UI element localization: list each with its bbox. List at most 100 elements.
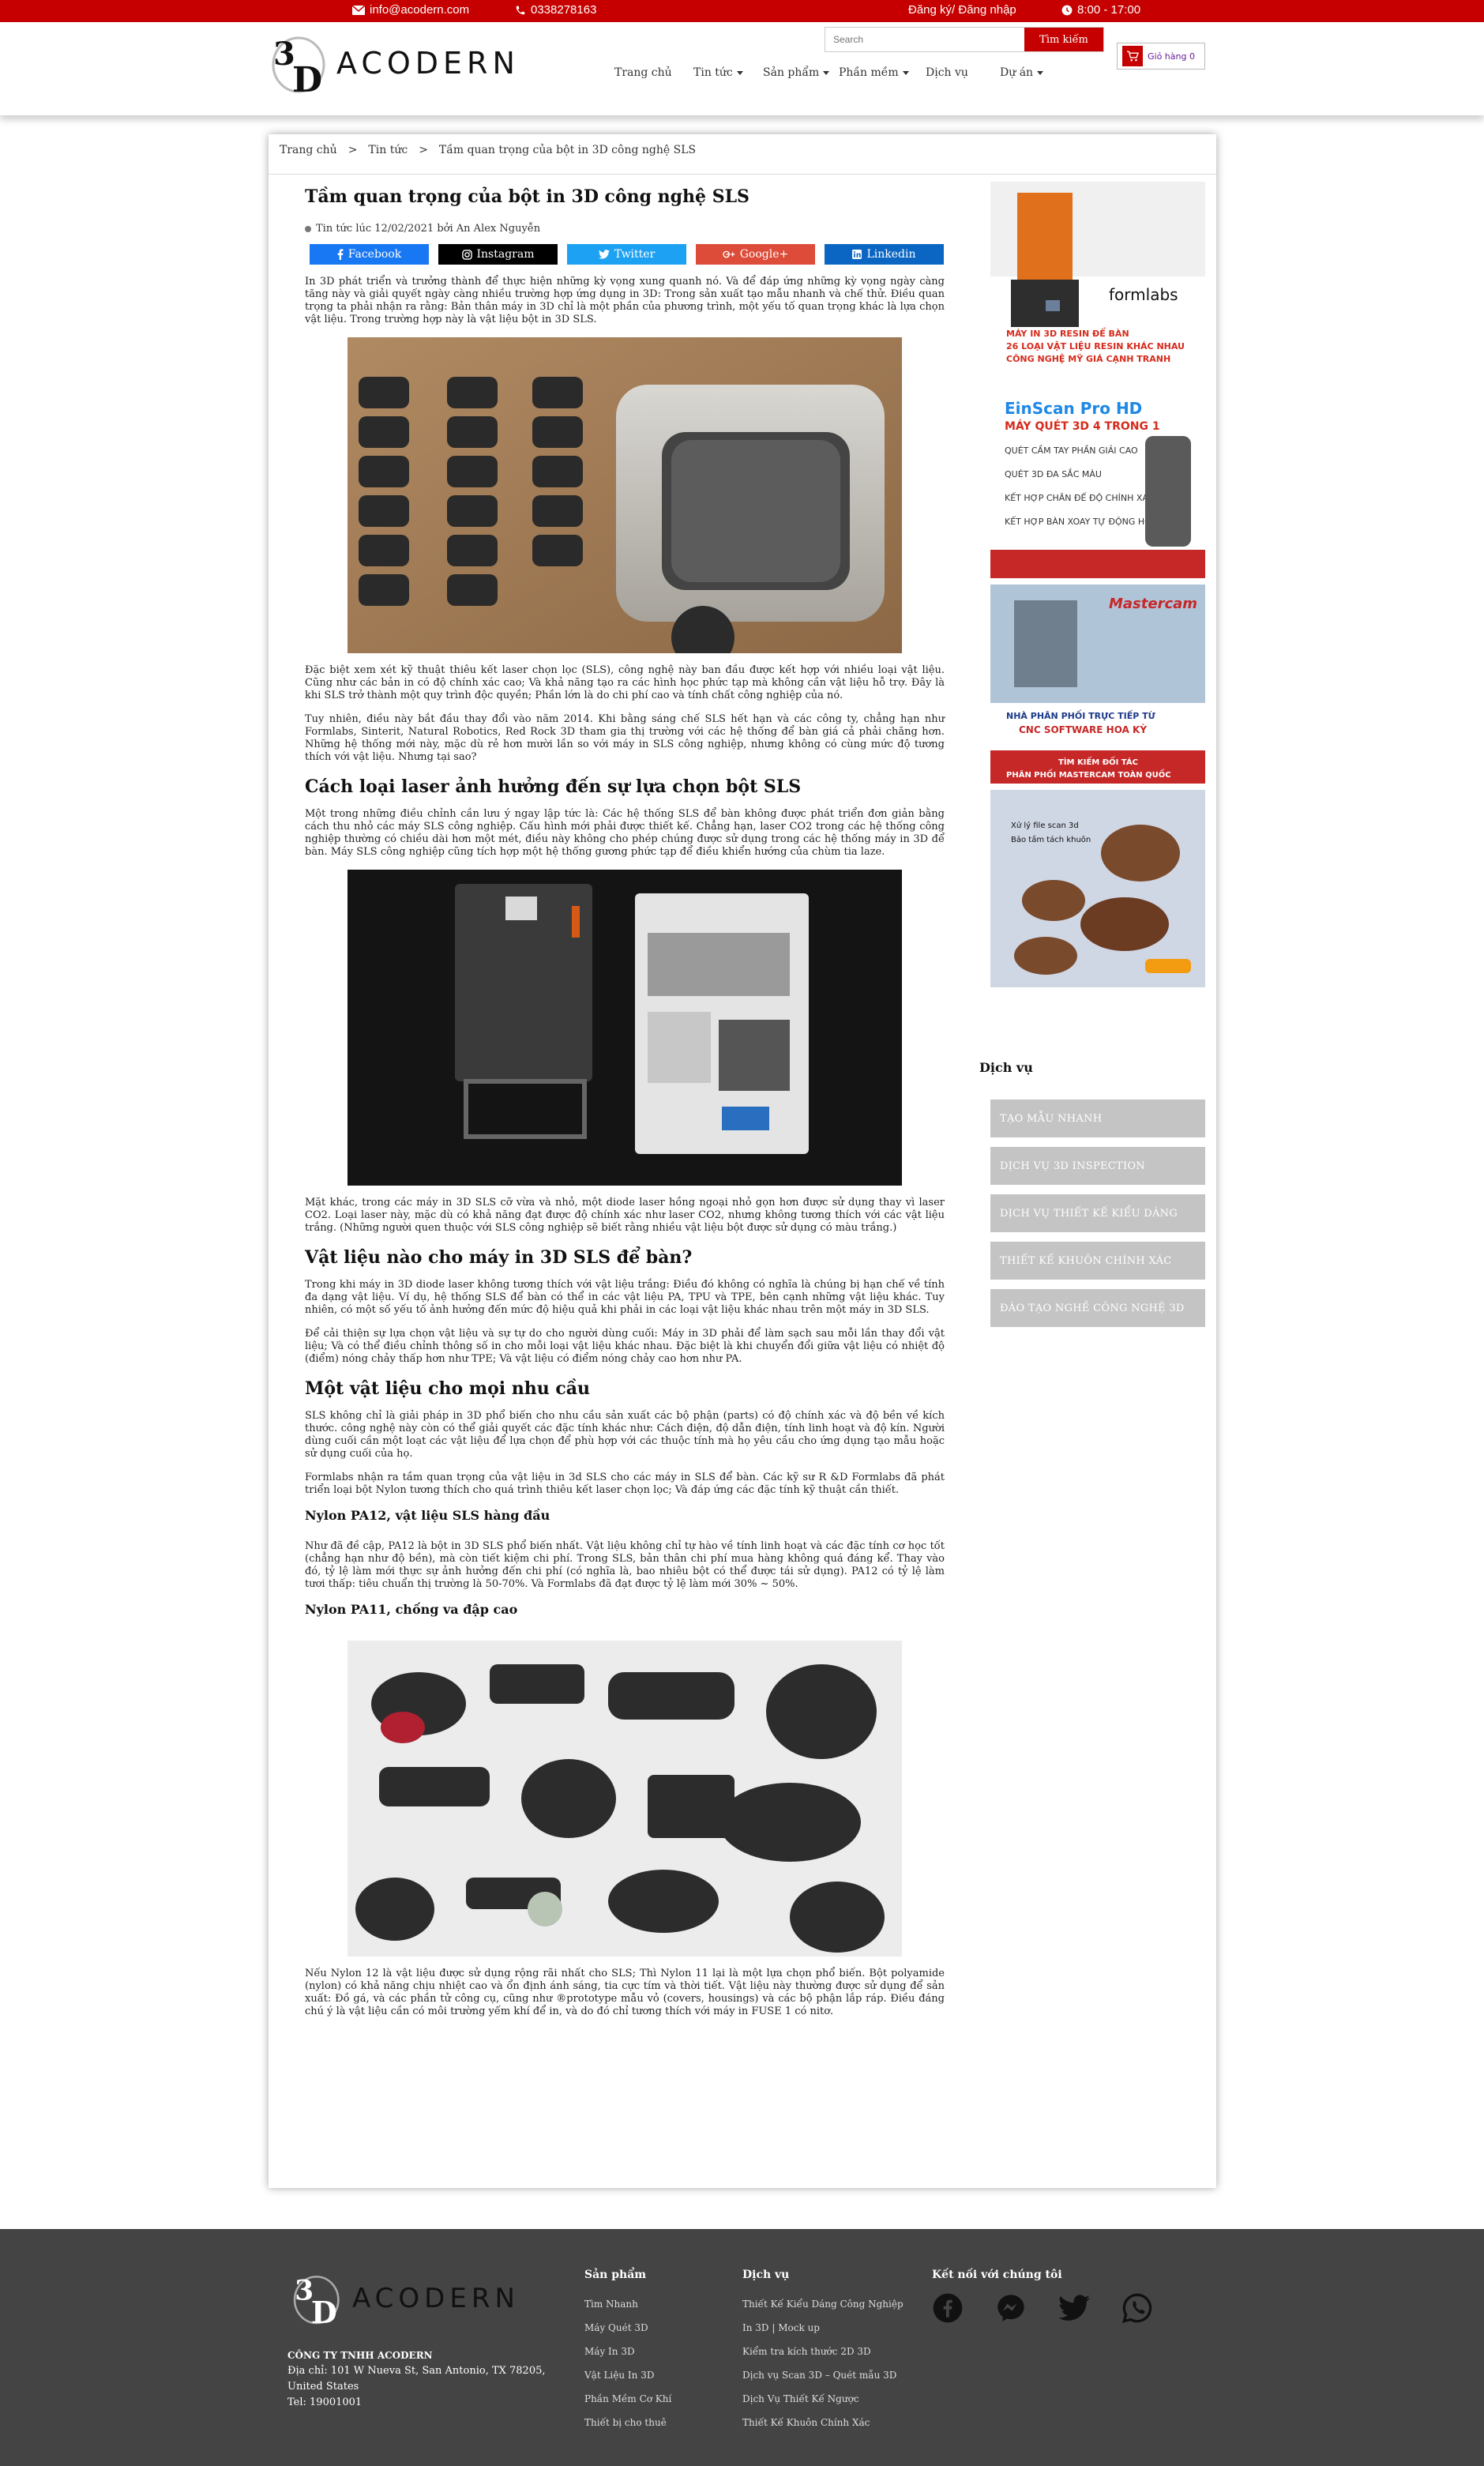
section-heading: Một vật liệu cho mọi nhu cầu xyxy=(305,1378,591,1399)
footer-logo[interactable]: 3 D ACODERN xyxy=(287,2269,520,2329)
footer-link[interactable]: Phần Mềm Cơ Khí xyxy=(584,2393,671,2404)
footer-link[interactable]: Dịch vụ Scan 3D – Quét mẫu 3D xyxy=(742,2370,896,2381)
einscan-title: EinScan Pro HD xyxy=(1005,399,1142,418)
section-heading: Vật liệu nào cho máy in 3D SLS để bàn? xyxy=(305,1247,693,1268)
nav-software-label: Phần mềm xyxy=(839,66,899,79)
nav-news[interactable]: Tin tức xyxy=(693,66,743,79)
nav-projects[interactable]: Dự án xyxy=(1000,66,1044,79)
ad-line: MÁY IN 3D RESIN ĐỂ BÀN xyxy=(1006,327,1129,339)
formlabs-brand-text: formlabs xyxy=(1109,285,1178,304)
breadcrumb-separator: > xyxy=(348,144,358,156)
twitter-icon[interactable] xyxy=(1058,2292,1090,2324)
footer-social-title: Kết nối với chúng tôi xyxy=(932,2269,1062,2281)
paragraph: Như đã đề cập, PA12 là bột in 3D SLS phổ… xyxy=(305,1540,945,1590)
share-instagram-label: Instagram xyxy=(476,248,535,261)
service-item[interactable]: DỊCH VỤ 3D INSPECTION xyxy=(990,1147,1205,1185)
logo-text: ACODERN xyxy=(336,46,520,81)
social-links xyxy=(932,2292,1153,2324)
account-text[interactable]: Đăng ký/ Đăng nhập xyxy=(908,3,1016,17)
share-google-plus-button[interactable]: Google+ xyxy=(696,244,815,265)
site-header: 3 D ACODERN Tìm kiếm Giỏ hàng 0 Trang ch… xyxy=(0,22,1484,115)
email-text: info@acodern.com xyxy=(370,3,470,17)
section-heading: Cách loại laser ảnh hưởng đến sự lựa chọ… xyxy=(305,776,802,797)
paragraph: Để cải thiện sự lựa chọn vật liệu và sự … xyxy=(305,1328,945,1365)
mastercam-ad-banner[interactable]: Mastercam NHÀ PHÂN PHỐI TRỰC TIẾP TỪ CNC… xyxy=(990,585,1205,784)
site-logo[interactable]: 3 D ACODERN xyxy=(269,28,520,98)
svg-text:D: D xyxy=(311,2295,337,2329)
nav-news-label: Tin tức xyxy=(693,66,733,79)
footer-link[interactable]: Thiết bị cho thuê xyxy=(584,2417,667,2428)
ad-line: CÔNG NGHỆ MỸ GIÁ CẠNH TRANH xyxy=(1006,354,1170,364)
footer-link[interactable]: Vật Liệu In 3D xyxy=(584,2370,654,2381)
share-instagram-button[interactable]: Instagram xyxy=(438,244,558,265)
service-item[interactable]: THIẾT KẾ KHUÔN CHÍNH XÁC xyxy=(990,1242,1205,1280)
search-input[interactable] xyxy=(825,28,1024,51)
cart-button[interactable]: Giỏ hàng 0 xyxy=(1117,43,1205,70)
footer-link[interactable]: Kiểm tra kích thước 2D 3D xyxy=(742,2346,871,2357)
service-item[interactable]: ĐÀO TẠO NGHỀ CÔNG NGHỆ 3D xyxy=(990,1289,1205,1327)
acodern-logo-icon: 3 D xyxy=(272,36,325,98)
footer-link[interactable]: Máy Quét 3D xyxy=(584,2322,648,2333)
messenger-icon[interactable] xyxy=(995,2292,1027,2324)
whatsapp-icon[interactable] xyxy=(1121,2292,1153,2324)
facebook-icon[interactable] xyxy=(932,2292,964,2324)
footer-link[interactable]: In 3D | Mock up xyxy=(742,2322,820,2333)
einscan-ad-banner[interactable]: EinScan Pro HD MÁY QUÉT 3D 4 TRONG 1 QUÉ… xyxy=(990,392,1205,578)
share-linkedin-label: Linkedin xyxy=(866,248,916,261)
paragraph: Nếu Nylon 12 là vật liệu được sử dụng rộ… xyxy=(305,1968,945,2017)
instagram-icon xyxy=(461,249,472,260)
share-facebook-button[interactable]: Facebook xyxy=(310,244,429,265)
footer-link[interactable]: Thiết Kế Khuôn Chính Xác xyxy=(742,2417,870,2428)
scan-service-ad-banner[interactable]: Xử lý file scan 3d Bảo tầm tách khuôn xyxy=(990,790,1205,987)
nav-software[interactable]: Phần mềm xyxy=(839,66,909,79)
footer-link[interactable]: Dịch Vụ Thiết Kế Ngược xyxy=(742,2393,859,2404)
fuse-printer-image xyxy=(348,870,902,1186)
shopping-cart-icon xyxy=(1122,46,1143,66)
breadcrumb-separator: > xyxy=(419,144,428,156)
ad-line: Xử lý file scan 3d xyxy=(1011,821,1079,830)
nav-services[interactable]: Dịch vụ xyxy=(926,66,968,79)
footer-link[interactable]: Tìm Nhanh xyxy=(584,2299,638,2310)
nav-services-label: Dịch vụ xyxy=(926,66,968,79)
ad-line: 26 LOẠI VẬT LIỆU RESIN KHÁC NHAU xyxy=(1006,341,1185,351)
search-bar: Tìm kiếm xyxy=(825,27,1104,52)
nav-home[interactable]: Trang chủ xyxy=(614,66,672,79)
hours-text: 8:00 - 17:00 xyxy=(1077,3,1141,17)
search-button[interactable]: Tìm kiếm xyxy=(1024,28,1103,51)
footer-link[interactable]: Thiết Kế Kiểu Dáng Công Nghiệp xyxy=(742,2299,904,2310)
share-linkedin-button[interactable]: Linkedin xyxy=(825,244,944,265)
content-box: Trang chủ > Tin tức > Tầm quan trọng của… xyxy=(269,134,1216,2188)
email-contact[interactable]: info@acodern.com xyxy=(352,3,469,17)
share-twitter-button[interactable]: Twitter xyxy=(567,244,686,265)
service-item[interactable]: TẠO MẪU NHANH xyxy=(990,1100,1205,1137)
share-facebook-label: Facebook xyxy=(348,248,402,261)
mastercam-brand-text: Mastercam xyxy=(1109,596,1197,612)
cart-label: Giỏ hàng 0 xyxy=(1148,51,1195,62)
nav-projects-label: Dự án xyxy=(1000,66,1034,79)
account-link[interactable]: Đăng ký/ Đăng nhập xyxy=(908,3,1016,17)
article: Tầm quan trọng của bột in 3D công nghệ S… xyxy=(305,185,945,2018)
nav-home-label: Trang chủ xyxy=(614,66,672,79)
phone-contact[interactable]: 0338278163 xyxy=(515,3,596,17)
bullet-icon xyxy=(305,225,311,232)
service-item[interactable]: DỊCH VỤ THIẾT KẾ KIỂU DÁNG xyxy=(990,1194,1205,1232)
nav-products[interactable]: Sản phẩm xyxy=(763,66,830,79)
acodern-logo-icon: 3 D xyxy=(293,2276,340,2329)
company-phone: Tel: 19001001 xyxy=(287,2396,363,2408)
ad-line: QUÉT CẦM TAY PHẦN GIẢI CAO xyxy=(1005,445,1138,456)
nav-products-label: Sản phẩm xyxy=(763,66,820,79)
chevron-down-icon xyxy=(736,70,743,75)
paragraph: SLS không chỉ là giải pháp in 3D phổ biế… xyxy=(305,1410,945,1460)
paragraph: Một trong những điều chỉnh cần lưu ý nga… xyxy=(305,808,945,858)
einscan-subtitle: MÁY QUÉT 3D 4 TRONG 1 xyxy=(1005,419,1160,433)
breadcrumb-news[interactable]: Tin tức xyxy=(368,144,408,156)
envelope-icon xyxy=(352,5,365,15)
ad-line: Bảo tầm tách khuôn xyxy=(1011,835,1091,844)
phone-icon xyxy=(516,6,525,14)
formlabs-ad-banner[interactable]: formlabs MÁY IN 3D RESIN ĐỂ BÀN 26 LOẠI … xyxy=(990,182,1205,374)
article-title: Tầm quan trọng của bột in 3D công nghệ S… xyxy=(305,186,750,207)
breadcrumb-home[interactable]: Trang chủ xyxy=(280,144,337,156)
sidebar: formlabs MÁY IN 3D RESIN ĐỂ BÀN 26 LOẠI … xyxy=(990,182,1205,994)
footer-link[interactable]: Máy In 3D xyxy=(584,2346,635,2357)
google-plus-icon xyxy=(723,250,735,258)
